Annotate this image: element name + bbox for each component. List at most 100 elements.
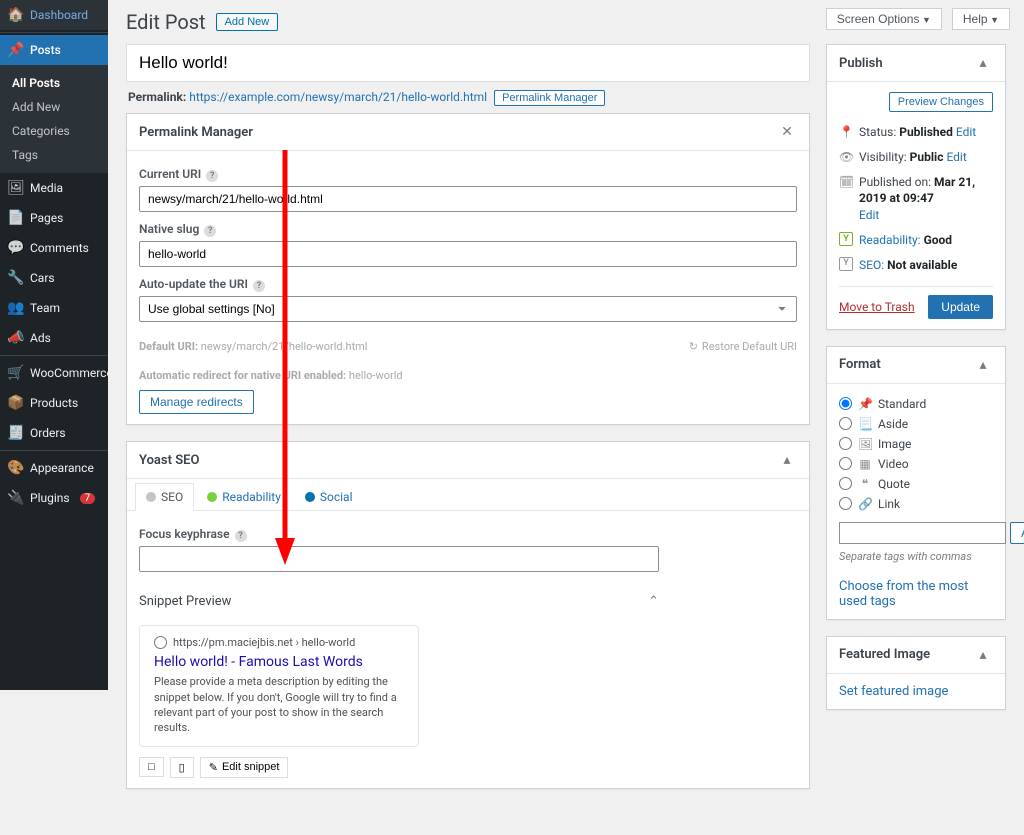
sidebar-item-ads[interactable]: 📣Ads [0,323,108,353]
auto-update-select[interactable]: Use global settings [No] [139,296,797,322]
format-label: Quote [878,477,910,491]
sidebar-item-dashboard[interactable]: 🏠Dashboard [0,0,108,30]
sidebar-item-woocommerce[interactable]: 🛒WooCommerce [0,358,108,388]
tag-input[interactable] [839,522,1006,544]
yoast-icon: Y [839,232,853,246]
permalink-link[interactable]: https://example.com/newsy/march/21/hello… [189,90,487,104]
sidebar-item-label: Dashboard [30,8,88,22]
format-label: Link [878,497,900,511]
menu-icon: 📣 [8,330,24,346]
sidebar-item-appearance[interactable]: 🎨Appearance [0,453,108,483]
format-option[interactable]: 🖼Image [839,434,993,454]
edit-snippet-button[interactable]: ✎ Edit snippet [200,757,289,778]
format-radio[interactable] [839,457,852,470]
focus-keyphrase-label: Focus keyphrase ? [139,527,797,542]
format-option[interactable]: 📃Aside [839,414,993,434]
format-option[interactable]: ❝Quote [839,474,993,494]
sidebar-item-pages[interactable]: 📄Pages [0,203,108,233]
tab-seo[interactable]: SEO [135,483,194,511]
chevron-up-icon[interactable]: ▴ [777,450,797,470]
help-icon[interactable]: ? [206,170,218,182]
sidebar-item-label: Comments [30,241,89,255]
sidebar-subitem[interactable]: Tags [0,143,108,167]
format-radio[interactable] [839,477,852,490]
edit-date-link[interactable]: Edit [859,208,879,222]
native-slug-input[interactable] [139,241,797,267]
featured-image-panel: Featured Image▴ Set featured image [826,636,1006,710]
sidebar-subitem[interactable]: Add New [0,95,108,119]
menu-icon: 🖼 [8,180,24,196]
current-uri-input[interactable] [139,186,797,212]
edit-visibility-link[interactable]: Edit [946,150,966,164]
sidebar-item-media[interactable]: 🖼Media [0,173,108,203]
count-badge: 7 [80,493,96,504]
close-icon[interactable]: ✕ [777,122,797,142]
snippet-preview-box: https://pm.maciejbis.net › hello-world H… [139,625,419,747]
sidebar-item-label: WooCommerce [30,366,113,380]
chevron-up-icon[interactable]: ▴ [973,645,993,665]
edit-status-link[interactable]: Edit [956,125,976,139]
choose-tags-link[interactable]: Choose from the most used tags [839,579,968,609]
sidebar-item-label: Cars [30,271,55,285]
permalink-manager-title: Permalink Manager [139,125,253,140]
set-featured-image-link[interactable]: Set featured image [839,684,948,699]
native-slug-label: Native slug ? [139,222,797,237]
restore-default-uri-link[interactable]: ↻ Restore Default URI [689,340,797,353]
chevron-up-icon[interactable]: ▴ [973,53,993,73]
sidebar-item-orders[interactable]: 🧾Orders [0,418,108,448]
format-radio[interactable] [839,497,852,510]
restore-icon: ↻ [689,340,698,353]
format-label: Image [878,437,911,451]
help-icon[interactable]: ? [253,280,265,292]
format-radio[interactable] [839,437,852,450]
move-to-trash-link[interactable]: Move to Trash [839,300,915,314]
sidebar-item-comments[interactable]: 💬Comments [0,233,108,263]
manage-redirects-button[interactable]: Manage redirects [139,390,254,414]
sidebar-item-label: Plugins [30,491,70,505]
format-option[interactable]: 📌Standard [839,394,993,414]
sidebar-item-cars[interactable]: 🔧 Cars [0,263,108,293]
menu-icon: 🧾 [8,425,24,441]
seo-link[interactable]: SEO: [859,258,884,272]
default-uri-text: Default URI: newsy/march/21/hello-world.… [139,340,367,353]
add-tag-button[interactable]: Add [1010,522,1024,544]
yoast-seo-panel: Yoast SEO ▴ SEO Readability Social Focus… [126,441,810,789]
readability-link[interactable]: Readability: [859,233,921,247]
sidebar-subitem[interactable]: Categories [0,119,108,143]
sidebar-subitem[interactable]: All Posts [0,71,108,95]
focus-keyphrase-input[interactable] [139,546,659,572]
format-option[interactable]: ▦ Video [839,454,993,474]
help-button[interactable]: Help [952,8,1010,30]
chevron-up-icon[interactable]: ▴ [973,355,993,375]
format-radio[interactable] [839,417,852,430]
desktop-preview-button[interactable]: □ [139,757,164,777]
screen-options-button[interactable]: Screen Options [826,8,942,30]
format-icon: ▦ [858,457,872,471]
mobile-preview-button[interactable]: ▯ [170,757,194,778]
menu-icon: 🔌 [8,490,24,506]
menu-icon: 🔧 [8,270,24,286]
update-button[interactable]: Update [928,295,993,319]
sidebar-item-posts[interactable]: 📌Posts [0,35,108,65]
sidebar-item-label: Team [30,301,60,315]
help-icon[interactable]: ? [235,530,247,542]
sidebar-item-label: Pages [30,211,63,225]
pencil-icon: ✎ [209,761,218,774]
sidebar-item-products[interactable]: 📦Products [0,388,108,418]
sidebar-item-plugins[interactable]: 🔌 Plugins 7 [0,483,108,513]
tab-social[interactable]: Social [294,483,364,510]
permalink-manager-button[interactable]: Permalink Manager [494,90,605,106]
preview-changes-button[interactable]: Preview Changes [889,92,993,112]
tab-readability[interactable]: Readability [196,483,292,510]
menu-icon: 🛒 [8,365,24,381]
chevron-up-icon[interactable]: ⌃ [648,594,659,609]
auto-redirect-text: Automatic redirect for native URI enable… [139,369,797,382]
help-icon[interactable]: ? [204,225,216,237]
post-title-input[interactable] [126,44,810,82]
format-icon: 🔗 [858,497,872,511]
format-label: Video [878,457,909,471]
sidebar-item-team[interactable]: 👥Team [0,293,108,323]
format-option[interactable]: 🔗 Link [839,494,993,514]
format-radio[interactable] [839,397,852,410]
add-new-button[interactable]: Add New [216,13,279,31]
